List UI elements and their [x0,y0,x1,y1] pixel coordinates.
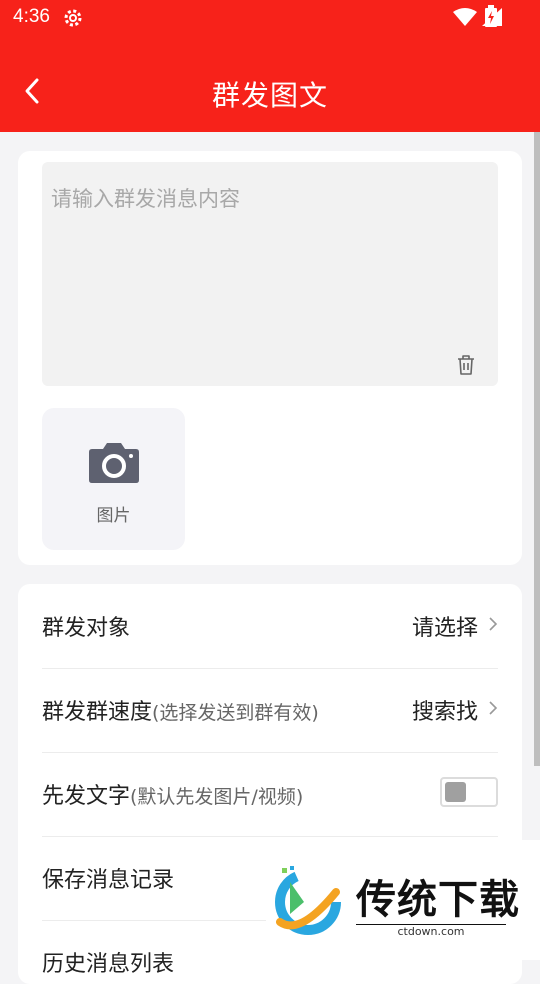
row-value: 搜索找 [411,700,478,725]
message-input[interactable]: 请输入群发消息内容 [42,162,498,386]
chevron-right-icon [489,701,498,715]
status-bar: 4:36 [0,0,540,36]
row-target[interactable]: 群发对象 请选择 [42,584,498,669]
row-label: 先发文字(默认先发图片/视频) [42,784,304,809]
trash-icon[interactable] [455,354,477,376]
row-value: 请选择 [411,616,478,641]
row-hint: (选择发送到群有效) [152,702,319,724]
row-label: 群发群速度(选择发送到群有效) [42,700,319,725]
text-first-toggle[interactable] [440,777,498,807]
row-speed[interactable]: 群发群速度(选择发送到群有效) 搜索找 [42,668,498,753]
message-card: 请输入群发消息内容 图片 [18,151,522,565]
toggle-knob [445,782,466,802]
watermark: 传统下载 ctdown.com [266,840,540,960]
watermark-url: ctdown.com [356,924,506,938]
camera-icon [89,443,139,483]
watermark-brand: 传统下载 [356,877,520,923]
row-text-first: 先发文字(默认先发图片/视频) [42,752,498,837]
add-image-button[interactable]: 图片 [42,408,185,550]
wifi-icon [452,8,477,26]
row-label: 历史消息列表 [42,952,175,977]
battery-icon [485,5,497,27]
row-label: 群发对象 [42,616,131,641]
status-time: 4:36 [13,6,50,27]
scrollbar[interactable] [534,132,540,766]
watermark-logo-icon [275,866,341,935]
message-placeholder: 请输入群发消息内容 [51,187,240,211]
gear-icon [64,9,82,27]
row-label: 保存消息记录 [42,868,175,893]
row-hint: (默认先发图片/视频) [130,786,304,808]
app-bar: 群发图文 [0,36,540,132]
page-title: 群发图文 [211,79,328,112]
image-label: 图片 [96,506,131,526]
chevron-right-icon [489,617,498,631]
